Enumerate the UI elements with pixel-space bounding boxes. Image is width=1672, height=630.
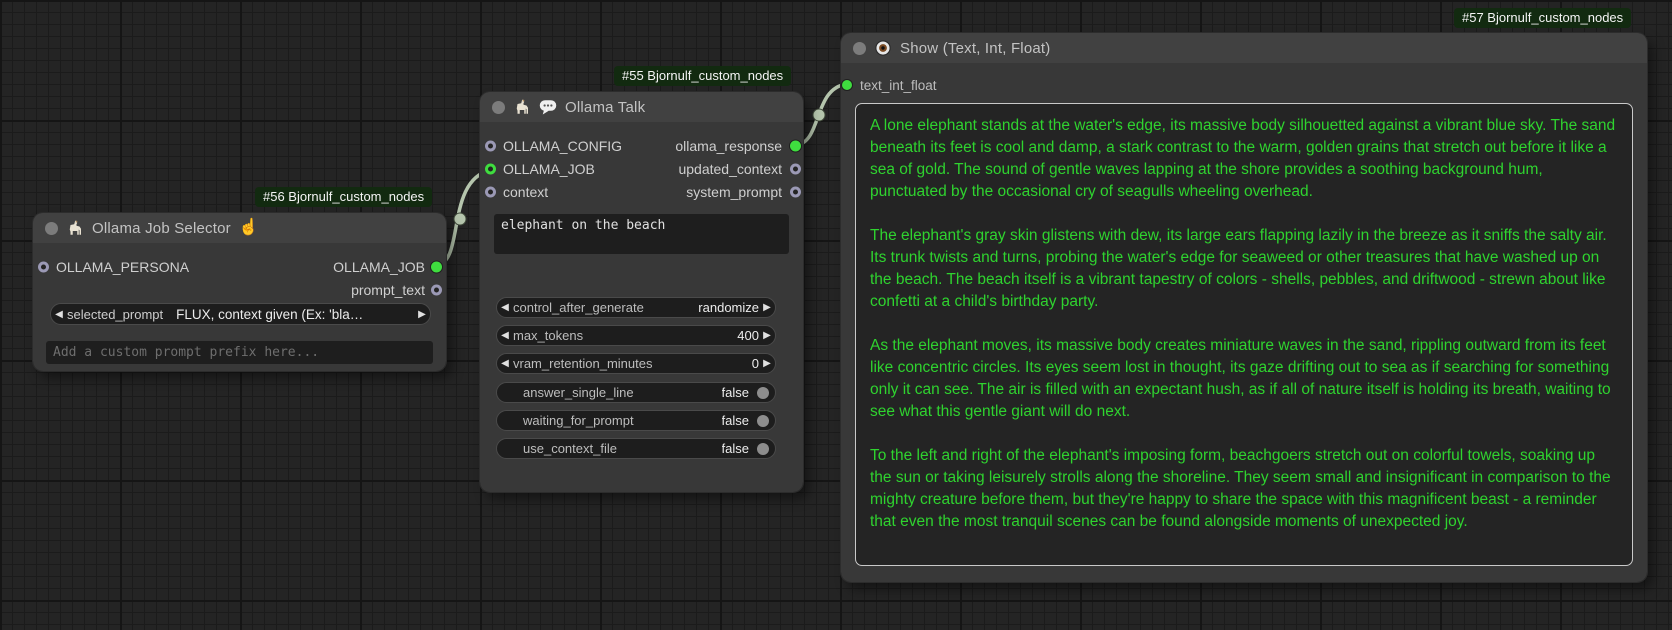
combo-value: FLUX, context given (Ex: 'bla… [176, 307, 363, 322]
wire-midpoint-dot[interactable] [813, 109, 825, 121]
node-header[interactable]: Ollama Job Selector ☝ [33, 213, 446, 243]
input-ollama-persona[interactable]: OLLAMA_PERSONA [33, 257, 253, 277]
show-text-output[interactable]: A lone elephant stands at the water's ed… [855, 103, 1633, 566]
collapse-dot[interactable] [492, 101, 505, 114]
llama-icon [66, 219, 84, 237]
use-context-file-toggle[interactable]: use_context_file false [496, 438, 776, 459]
combo-prev-icon[interactable]: ◀ [497, 358, 513, 369]
combo-next-icon[interactable]: ▶ [759, 358, 775, 369]
output-port-dot[interactable] [790, 141, 801, 152]
node-title: Ollama Talk [565, 99, 645, 116]
node-id-badge: #56 Bjornulf_custom_nodes [255, 187, 432, 207]
input-port-dot[interactable] [842, 80, 852, 90]
answer-single-line-toggle[interactable]: answer_single_line false [496, 382, 776, 403]
collapse-dot[interactable] [45, 222, 58, 235]
node-ollama-talk[interactable]: Ollama Talk OLLAMA_CONFIG OLLAMA_JOB con… [480, 92, 803, 492]
combo-label: selected_prompt [67, 307, 163, 322]
combo-next-icon[interactable]: ▶ [759, 330, 775, 341]
node-title: Ollama Job Selector [92, 220, 231, 237]
pointing-up-icon: ☝ [239, 220, 259, 236]
combo-next-icon[interactable]: ▶ [759, 302, 775, 313]
control-after-generate-combo[interactable]: ◀ control_after_generate randomize ▶ [496, 297, 776, 318]
output-prompt-text[interactable]: prompt_text [256, 280, 446, 300]
combo-prev-icon[interactable]: ◀ [51, 309, 67, 320]
vram-retention-minutes-stepper[interactable]: ◀ vram_retention_minutes 0 ▶ [496, 353, 776, 374]
node-id-badge: #57 Bjornulf_custom_nodes [1454, 8, 1631, 28]
node-header[interactable]: Show (Text, Int, Float) [841, 33, 1647, 63]
toggle-dot[interactable] [757, 387, 769, 399]
collapse-dot[interactable] [853, 42, 866, 55]
custom-prompt-prefix-input[interactable]: Add a custom prompt prefix here... [46, 341, 433, 364]
input-port-dot[interactable] [485, 187, 496, 198]
max-tokens-stepper[interactable]: ◀ max_tokens 400 ▶ [496, 325, 776, 346]
input-text-int-float[interactable]: text_int_float [841, 75, 1061, 95]
input-port-dot[interactable] [485, 141, 496, 152]
output-port-dot[interactable] [790, 164, 801, 175]
eye-icon [874, 39, 892, 57]
speech-balloon-icon [539, 98, 557, 116]
toggle-dot[interactable] [757, 443, 769, 455]
output-ollama-response[interactable]: ollama_response [628, 136, 803, 156]
output-port-dot[interactable] [431, 285, 442, 296]
node-graph-canvas[interactable]: #56 Bjornulf_custom_nodes #55 Bjornulf_c… [0, 0, 1672, 630]
node-id-badge: #55 Bjornulf_custom_nodes [614, 66, 791, 86]
input-port-dot[interactable] [485, 164, 496, 175]
output-updated-context[interactable]: updated_context [628, 159, 803, 179]
node-title: Show (Text, Int, Float) [900, 40, 1050, 57]
waiting-for-prompt-toggle[interactable]: waiting_for_prompt false [496, 410, 776, 431]
output-port-dot[interactable] [790, 187, 801, 198]
llama-icon [513, 98, 531, 116]
combo-prev-icon[interactable]: ◀ [497, 302, 513, 313]
wire-midpoint-dot[interactable] [454, 213, 466, 225]
input-port-dot[interactable] [38, 262, 49, 273]
node-header[interactable]: Ollama Talk [480, 92, 803, 122]
toggle-dot[interactable] [757, 415, 769, 427]
output-port-dot[interactable] [431, 262, 442, 273]
node-ollama-job-selector[interactable]: Ollama Job Selector ☝ OLLAMA_PERSONA OLL… [33, 213, 446, 371]
output-system-prompt[interactable]: system_prompt [628, 182, 803, 202]
node-show-text-int-float[interactable]: Show (Text, Int, Float) text_int_float A… [841, 33, 1647, 582]
selected-prompt-combo[interactable]: ◀ selected_prompt FLUX, context given (E… [50, 303, 431, 325]
combo-prev-icon[interactable]: ◀ [497, 330, 513, 341]
combo-next-icon[interactable]: ▶ [414, 309, 430, 320]
output-ollama-job[interactable]: OLLAMA_JOB [256, 257, 446, 277]
prompt-text-input[interactable]: elephant on the beach [494, 214, 789, 254]
